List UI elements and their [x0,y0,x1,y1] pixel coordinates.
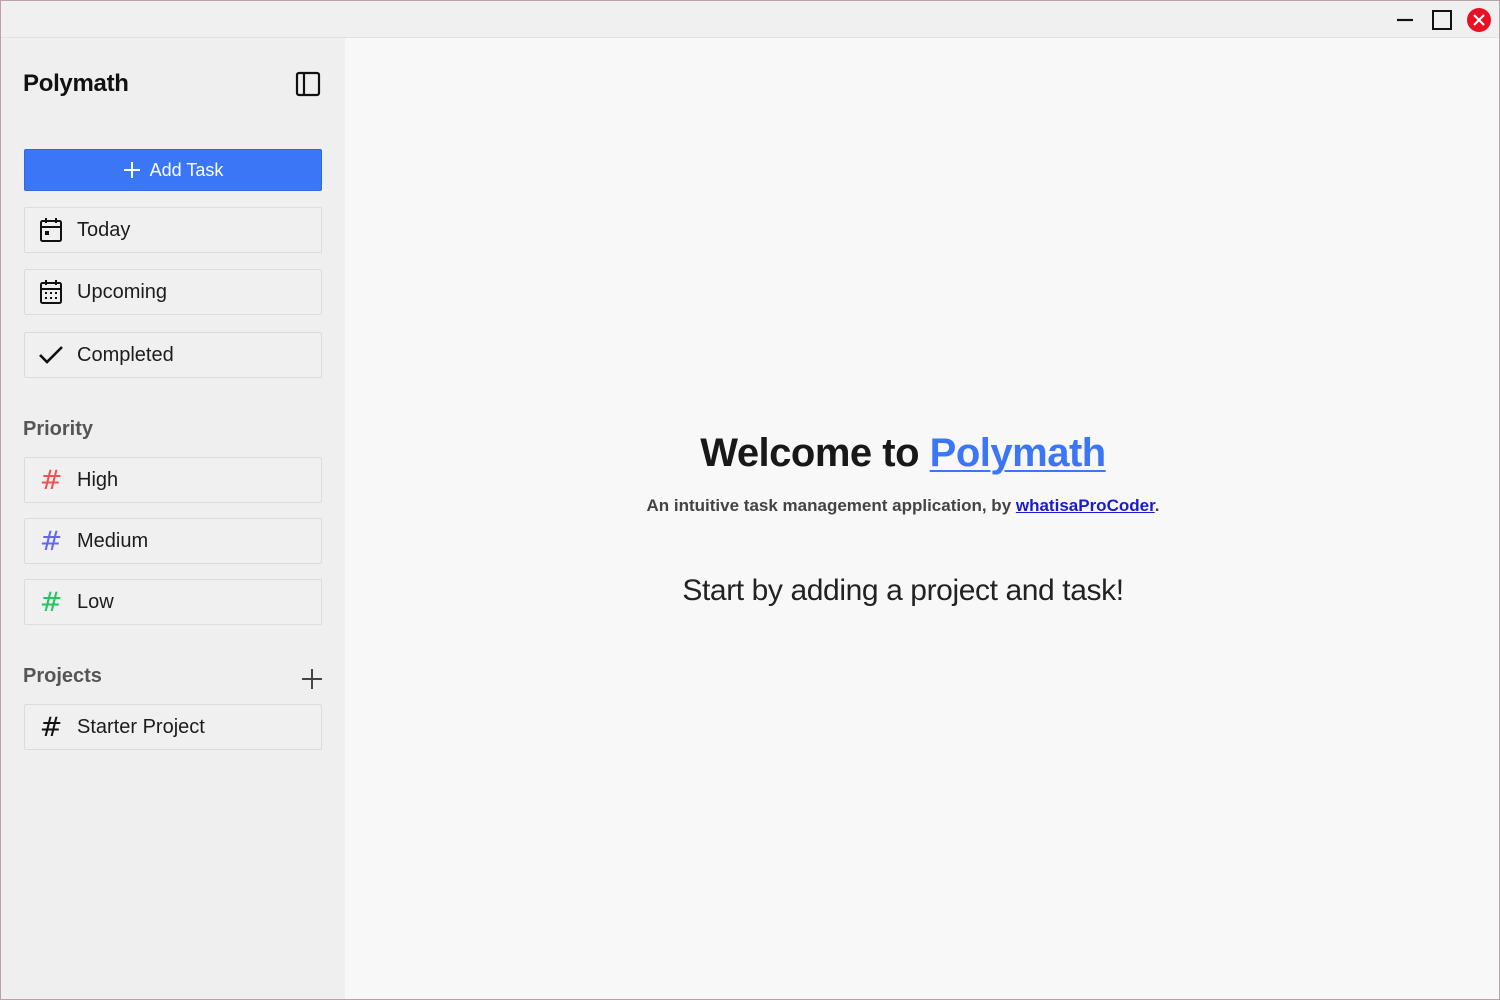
sidebar: Polymath Add Task Today Upcoming Complet… [1,38,345,999]
start-hint: Start by adding a project and task! [682,574,1124,607]
welcome-heading: Welcome to Polymath [345,431,1461,476]
maximize-button[interactable] [1428,6,1456,34]
nav-item-completed[interactable]: Completed [24,332,322,378]
subtitle-prefix: An intuitive task management application… [646,496,1016,515]
project-item-starter[interactable]: # Starter Project [24,704,322,750]
hash-symbol: # [39,586,63,618]
priority-item-label: High [77,468,119,491]
project-item-label: Starter Project [77,715,205,738]
main-content: Welcome to Polymath An intuitive task ma… [345,38,1499,999]
app-brand: Polymath [23,70,129,97]
plus-icon [302,669,322,689]
sidebar-toggle-icon [295,71,321,97]
nav-item-today[interactable]: Today [24,207,322,253]
plus-icon [123,162,140,178]
add-task-button[interactable]: Add Task [24,149,322,191]
close-icon [1467,8,1491,32]
hash-symbol: # [39,464,63,496]
polymath-link[interactable]: Polymath [930,431,1107,475]
add-task-label: Add Task [149,159,224,180]
welcome-prefix: Welcome to [700,431,930,475]
priority-section-title: Priority [23,418,94,440]
maximize-icon [1432,10,1452,30]
nav-item-label: Completed [77,343,174,366]
hash-symbol: # [39,711,63,743]
hash-symbol: # [39,525,63,557]
add-project-button[interactable] [297,664,327,694]
nav-item-label: Upcoming [77,280,168,303]
sidebar-toggle-button[interactable] [293,69,323,99]
check-icon [25,333,77,377]
hash-icon: # [25,580,77,624]
minimize-button[interactable] [1391,6,1419,34]
hash-icon: # [25,705,77,749]
priority-item-label: Medium [77,529,149,552]
priority-item-low[interactable]: # Low [24,579,322,625]
title-bar [1,1,1499,38]
priority-item-label: Low [77,590,114,613]
calendar-today-icon [25,208,77,252]
nav-item-label: Today [77,218,131,241]
author-link[interactable]: whatisaProCoder [1016,496,1155,515]
nav-item-upcoming[interactable]: Upcoming [24,269,322,315]
subtitle-suffix: . [1154,496,1160,515]
welcome-subtitle: An intuitive task management application… [345,496,1461,516]
projects-section-title: Projects [23,665,102,687]
priority-item-medium[interactable]: # Medium [24,518,322,564]
minimize-icon [1397,18,1413,22]
close-button[interactable] [1465,6,1493,34]
hash-icon: # [25,458,77,502]
calendar-grid-icon [25,270,77,314]
hash-icon: # [25,519,77,563]
priority-item-high[interactable]: # High [24,457,322,503]
app-window: Polymath Add Task Today Upcoming Complet… [0,0,1500,1000]
